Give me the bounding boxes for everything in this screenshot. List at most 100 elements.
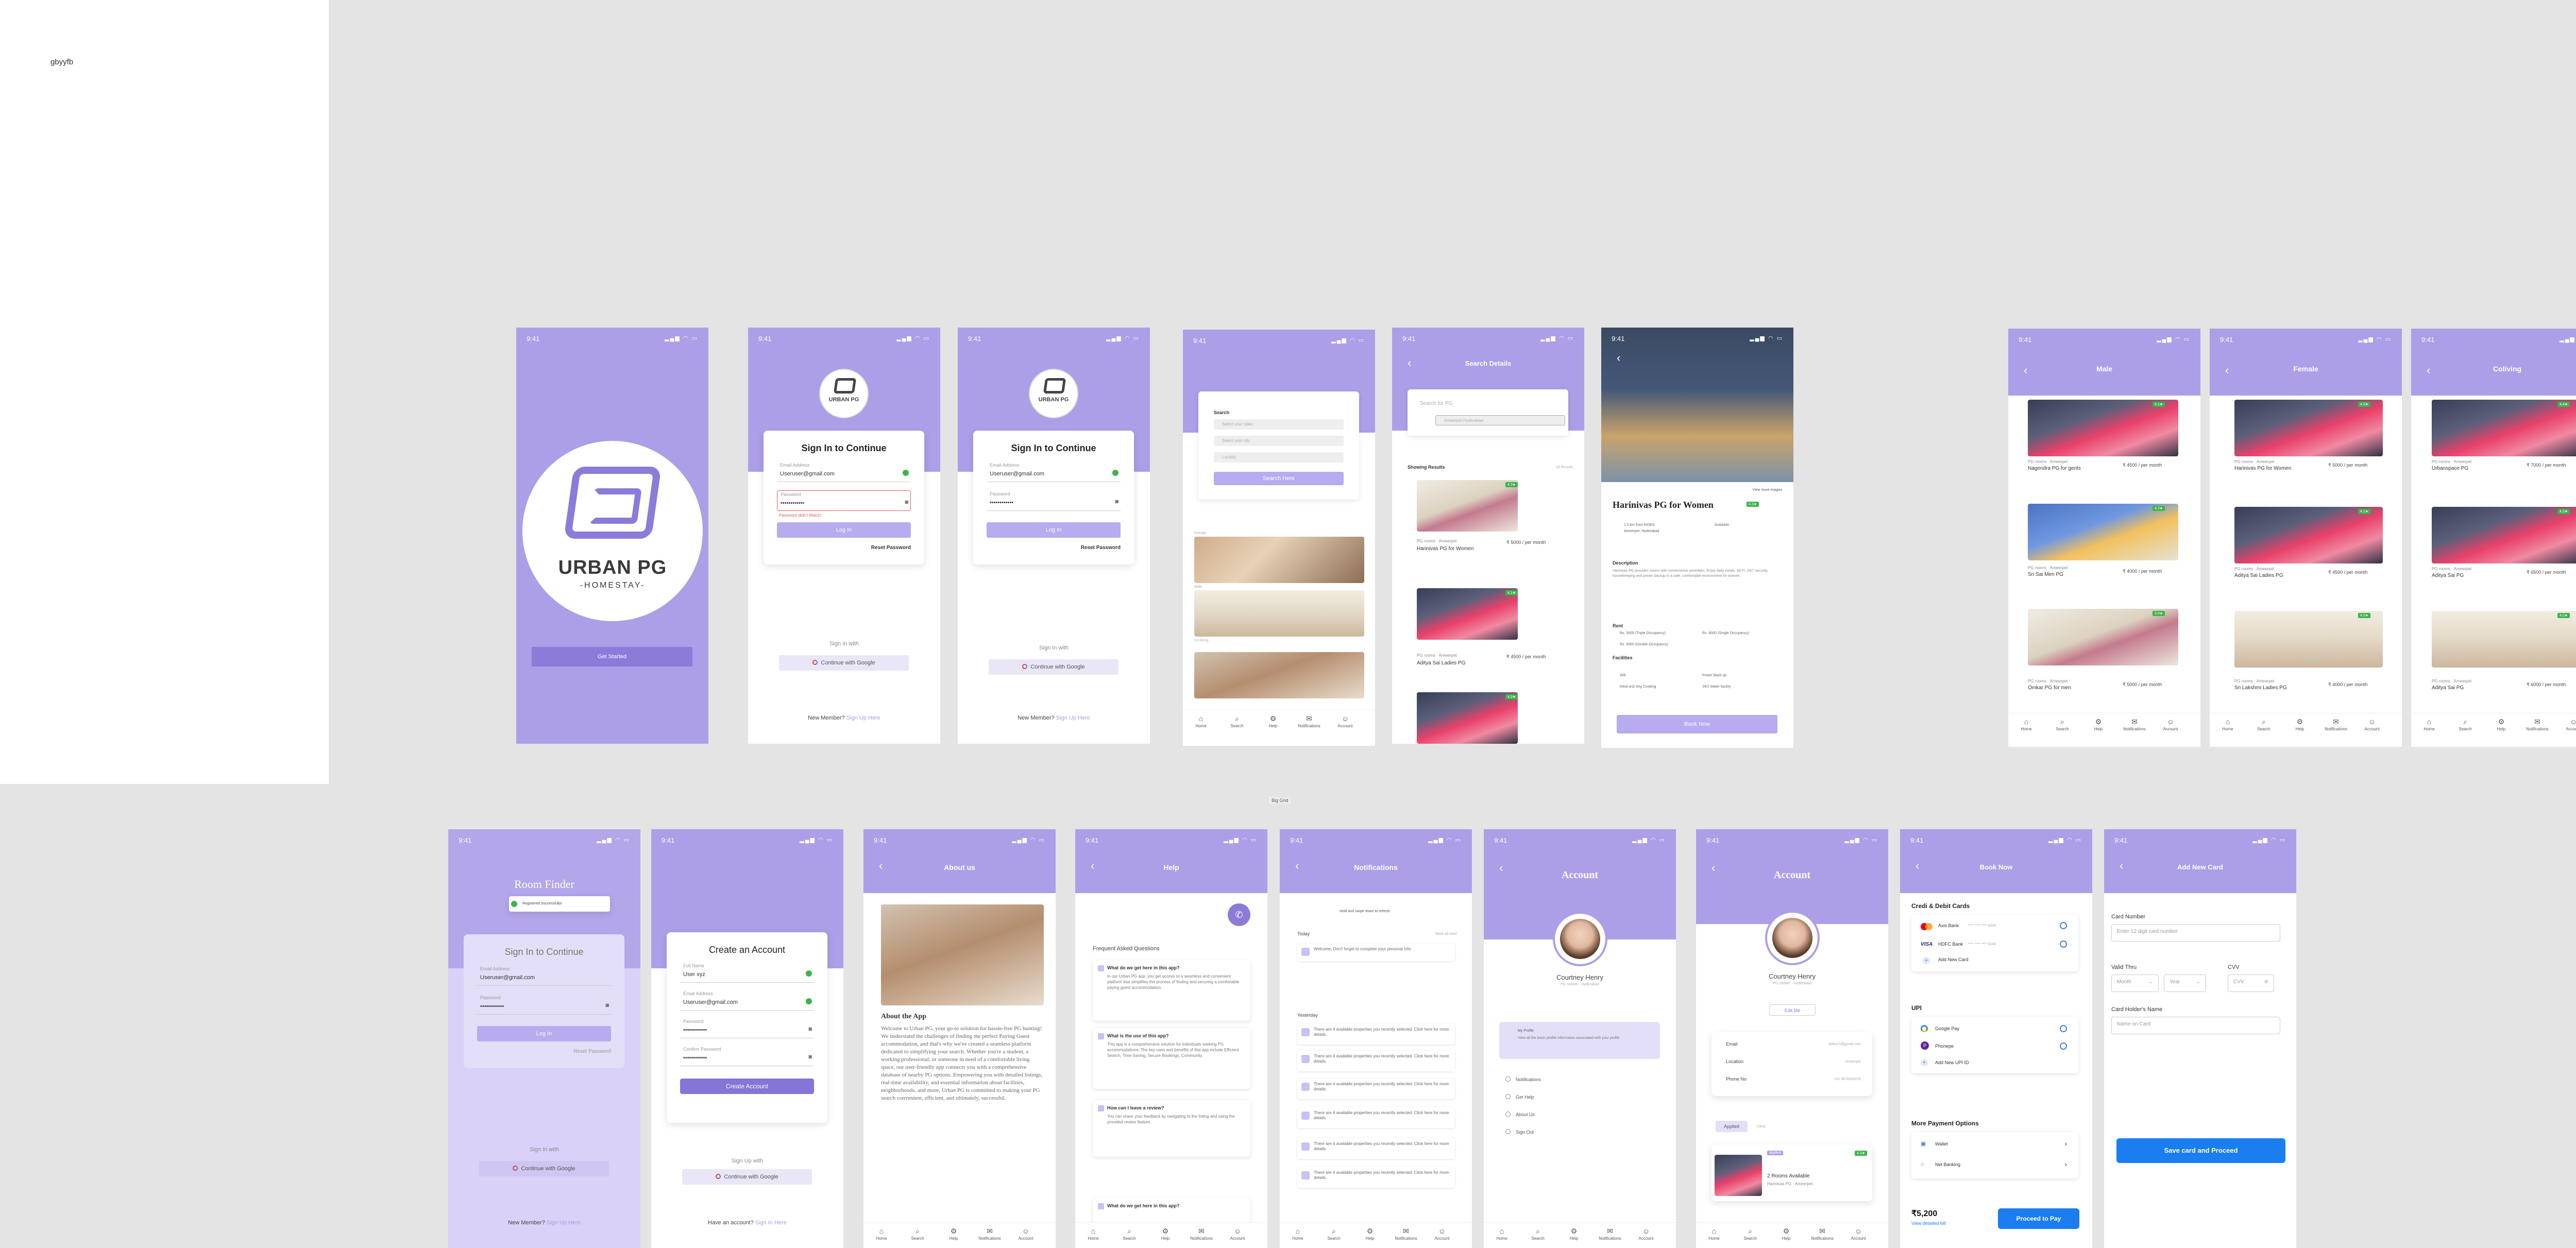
menu-about-us[interactable]: About Us	[1505, 1112, 1535, 1117]
nav-help[interactable]: ⚙ Help	[2287, 717, 2313, 731]
create-account-button[interactable]: Create Account	[680, 1079, 814, 1094]
my-profile-row[interactable]: My Profile View all the basic profile in…	[1499, 1022, 1660, 1059]
listing-image[interactable]	[1417, 588, 1518, 640]
nav-search[interactable]: ⌕ Search	[905, 1227, 930, 1241]
nav-help[interactable]: ⚙ Help	[1260, 714, 1286, 728]
month-select[interactable]: Month ⌄	[2111, 975, 2159, 992]
listing-name[interactable]: Omkar PG for men	[2028, 685, 2071, 691]
faq-item[interactable]: How can I leave a review? You can share y…	[1093, 1100, 1250, 1157]
nav-account[interactable]: ☺Account	[1225, 1227, 1250, 1241]
nav-home[interactable]: ⌂ Home	[1489, 1227, 1515, 1241]
login-button[interactable]: Log In	[777, 522, 911, 538]
nav-search[interactable]: ⌕ Search	[2452, 717, 2478, 731]
nav-help[interactable]: ⚙ Help	[1357, 1227, 1383, 1241]
nav-home[interactable]: ⌂ Home	[2416, 717, 2442, 731]
applied-card[interactable]: Applied 4.3★ 2 Rooms Available Harinivas…	[1711, 1144, 1872, 1201]
listing-image[interactable]	[2028, 400, 2178, 456]
nav-account[interactable]: ☺Account	[1013, 1227, 1039, 1241]
notification-item[interactable]: There are 4 available properties you rec…	[1297, 1167, 1455, 1188]
nav-account[interactable]: ☺Account	[1332, 714, 1358, 728]
nav-help[interactable]: ⚙ Help	[1561, 1227, 1587, 1241]
listing-image[interactable]	[2234, 611, 2383, 668]
sign-up-link[interactable]: Sign Up Here	[1056, 715, 1090, 721]
password-field[interactable]: Password •••••••••••• ◙	[680, 1018, 814, 1038]
nav-notifications[interactable]: ✉ Notifications	[977, 1227, 1003, 1241]
nav-home[interactable]: ⌂ Home	[1188, 714, 1214, 728]
google-button[interactable]: Continue with Google	[989, 659, 1118, 675]
listing-image[interactable]	[2028, 504, 2178, 560]
mark-all-read[interactable]: Mark all read	[1436, 932, 1456, 936]
nav-home[interactable]: ⌂ Home	[1285, 1227, 1311, 1241]
eye-icon[interactable]: ◙	[1115, 499, 1118, 505]
view-bill-link[interactable]: View detailed bill	[1911, 1221, 1946, 1226]
search-input[interactable]: Search for PG	[1420, 401, 1452, 406]
confirm-password-field[interactable]: Confirm Password •••••••••••• ◙	[680, 1046, 814, 1066]
coliving-category-image[interactable]	[1194, 652, 1364, 698]
nav-home[interactable]: ⌂ Home	[2215, 717, 2241, 731]
avatar[interactable]	[1553, 912, 1607, 966]
notification-item[interactable]: Welcome, Don't forget to complete your p…	[1297, 944, 1455, 961]
male-category-image[interactable]	[1194, 590, 1364, 637]
listing-image[interactable]	[2028, 609, 2178, 665]
listing-name[interactable]: Aditya Sai PG	[2432, 685, 2464, 691]
listing-image[interactable]	[2234, 400, 2383, 456]
notification-item[interactable]: There are 4 available properties you rec…	[1297, 1024, 1455, 1045]
nav-search[interactable]: ⌕ Search	[2049, 717, 2075, 731]
book-now-button[interactable]: Book Now	[1617, 715, 1777, 733]
save-card-button[interactable]: Save card and Proceed	[2116, 1138, 2285, 1163]
nav-home[interactable]: ⌂ Home	[1701, 1227, 1727, 1241]
notification-item[interactable]: There are 4 available properties you rec…	[1297, 1079, 1455, 1099]
locality-select[interactable]: Locality	[1214, 452, 1344, 463]
get-started-button[interactable]: Get Started	[532, 647, 692, 666]
nav-notifications[interactable]: ✉ Notifications	[1809, 1227, 1835, 1241]
nav-help[interactable]: ⚙ Help	[2086, 717, 2111, 731]
nav-help[interactable]: ⚙ Help	[941, 1227, 967, 1241]
email-field[interactable]: Email Address Useruser@gmail.com	[987, 461, 1121, 482]
login-button[interactable]: Log In	[987, 522, 1121, 538]
google-button[interactable]: Continue with Google	[479, 1161, 609, 1176]
back-icon[interactable]: ‹	[1617, 351, 1620, 365]
nav-search[interactable]: ⌕ Search	[1321, 1227, 1347, 1241]
tab-applied[interactable]: Applied	[1716, 1121, 1748, 1132]
nav-notifications[interactable]: ✉ Notifications	[2122, 717, 2147, 731]
menu-notifications[interactable]: Notifications	[1505, 1076, 1541, 1082]
nav-notifications[interactable]: ✉ Notifications	[1597, 1227, 1623, 1241]
nav-help[interactable]: ⚙ Help	[2488, 717, 2514, 731]
nav-help[interactable]: ⚙ Help	[1153, 1227, 1178, 1241]
nav-account[interactable]: ☺Account	[2359, 717, 2385, 731]
nav-notifications[interactable]: ✉ Notifications	[2524, 717, 2550, 731]
avatar[interactable]	[1765, 911, 1820, 965]
nav-home[interactable]: ⌂ Home	[1080, 1227, 1106, 1241]
listing-image[interactable]	[2432, 400, 2576, 456]
listing-name[interactable]: Harinivas PG for Women	[1417, 546, 1473, 552]
nav-home[interactable]: ⌂ Home	[2013, 717, 2039, 731]
google-button[interactable]: Continue with Google	[779, 655, 909, 671]
nav-search[interactable]: ⌕ Search	[1525, 1227, 1551, 1241]
nav-search[interactable]: ⌕ Search	[2251, 717, 2277, 731]
tab-liked[interactable]: Liked	[1757, 1125, 1766, 1129]
upi-radio[interactable]	[2060, 1025, 2067, 1032]
card-number-input[interactable]: Enter 12 digit card number	[2111, 924, 2280, 942]
listing-name[interactable]: Aditya Sai Ladies PG	[1417, 660, 1466, 666]
listing-name[interactable]: Harinivas PG for Women	[2234, 466, 2291, 471]
listing-name[interactable]: Urbanspace PG	[2432, 466, 2468, 471]
nav-notifications[interactable]: ✉ Notifications	[1393, 1227, 1419, 1241]
listing-image[interactable]	[2432, 507, 2576, 563]
notification-item[interactable]: There are 4 available properties you rec…	[1297, 1051, 1455, 1071]
cvv-input[interactable]: CVV ⊘	[2228, 975, 2274, 992]
sign-in-link[interactable]: Sign In Here	[755, 1220, 787, 1226]
faq-item[interactable]: What is the use of this app? This app is …	[1093, 1028, 1250, 1089]
listing-name[interactable]: Sri Lakshmi Ladies PG	[2234, 685, 2287, 691]
nav-account[interactable]: ☺Account	[1429, 1227, 1455, 1241]
password-field[interactable]: Password •••••••••••• ◙	[477, 994, 611, 1015]
city-select[interactable]: Select your city	[1214, 436, 1344, 446]
nav-account[interactable]: ☺Account	[2561, 717, 2576, 731]
call-support-icon[interactable]: ✆	[1228, 903, 1250, 926]
listing-image[interactable]	[1417, 480, 1518, 532]
nav-notifications[interactable]: ✉ Notifications	[1189, 1227, 1214, 1241]
nav-search[interactable]: ⌕ Search	[1116, 1227, 1142, 1241]
email-field[interactable]: Email Address Useruser@gmail.com	[777, 461, 911, 482]
view-more-images[interactable]: View more images	[1753, 488, 1782, 492]
card-radio[interactable]	[2060, 941, 2067, 948]
notification-item[interactable]: There are 4 available properties you rec…	[1297, 1138, 1455, 1159]
